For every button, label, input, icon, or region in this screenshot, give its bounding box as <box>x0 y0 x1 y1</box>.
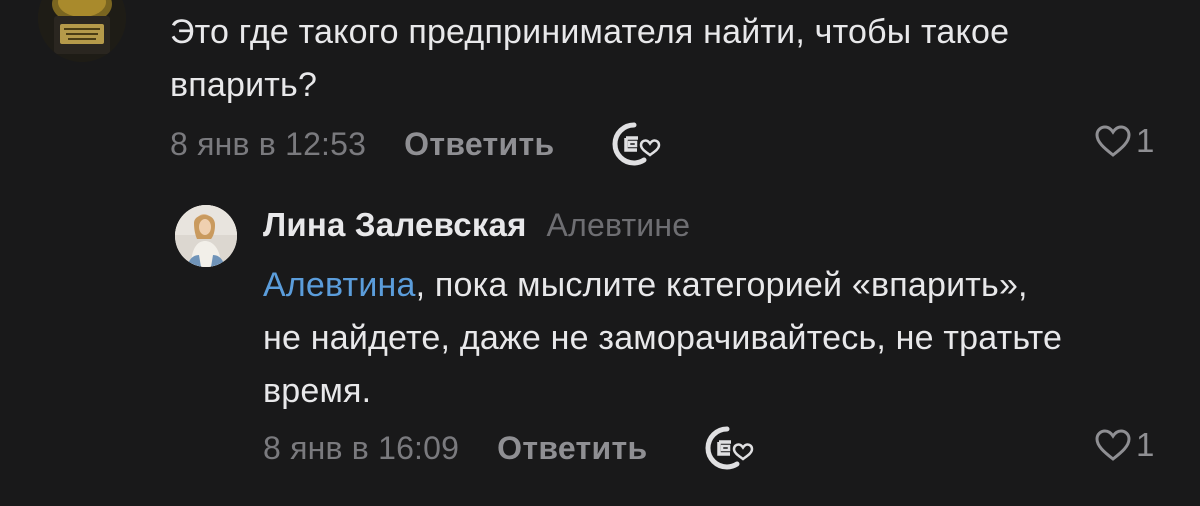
like-button[interactable]: 1 <box>1094 426 1154 464</box>
avatar[interactable] <box>175 205 237 267</box>
avatar[interactable] <box>38 0 126 62</box>
like-button[interactable]: 1 <box>1094 122 1154 160</box>
mention-link[interactable]: Алевтина <box>263 266 416 304</box>
comment-meta: 8 янв в 12:53 Ответить <box>170 121 664 167</box>
sticker-reaction-icon[interactable] <box>604 121 664 167</box>
reply-header: Лина Залевская Алевтине <box>263 206 690 244</box>
sticker-reaction-icon[interactable] <box>697 425 757 471</box>
reply-button[interactable]: Ответить <box>404 126 554 163</box>
reply-button[interactable]: Ответить <box>497 430 647 467</box>
heart-outline-icon <box>1095 125 1131 157</box>
reply-meta: 8 янв в 16:09 Ответить <box>263 425 757 471</box>
timestamp: 8 янв в 16:09 <box>263 429 460 466</box>
comment-text: Это где такого предпринимателя найти, чт… <box>170 13 1010 104</box>
user-photo-avatar-icon <box>175 205 237 267</box>
timestamp: 8 янв в 12:53 <box>170 125 367 162</box>
heart-outline-icon <box>1095 429 1131 461</box>
trophy-avatar-icon <box>38 0 126 62</box>
like-count: 1 <box>1136 122 1155 159</box>
author-name[interactable]: Лина Залевская <box>263 206 527 244</box>
like-count: 1 <box>1136 426 1155 463</box>
comments-thread: Это где такого предпринимателя найти, чт… <box>0 0 1200 506</box>
reply-text: Алевтина, пока мыслите категорией «впари… <box>263 259 1063 418</box>
reply-to-label[interactable]: Алевтине <box>547 207 691 244</box>
